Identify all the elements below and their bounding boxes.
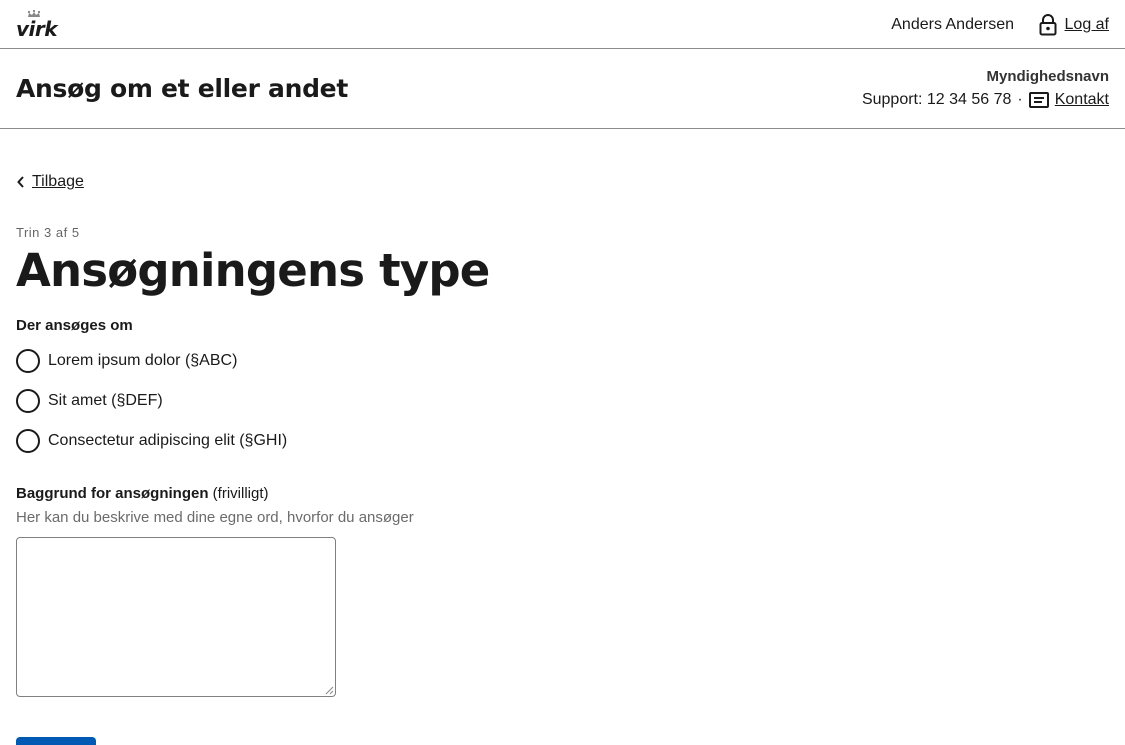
radio-button[interactable] [16,349,40,373]
radio-option[interactable]: Lorem ipsum dolor (§ABC) [16,349,237,373]
radio-label: Consectetur adipiscing elit (§GHI) [48,432,288,449]
background-textarea[interactable] [16,537,336,697]
textarea-label-text: Baggrund for ansøgningen [16,485,209,502]
top-bar: virk Anders Andersen Log af [0,0,1125,49]
logout-link[interactable]: Log af [1039,13,1109,37]
support-text: Support: 12 34 56 78 [861,91,1012,108]
radio-group-legend: Der ansøges om [16,317,133,334]
radio-option[interactable]: Consectetur adipiscing elit (§GHI) [16,429,287,453]
app-header: Ansøg om et eller andet Myndighedsnavn S… [0,49,1125,129]
separator: · [1017,91,1023,108]
radio-button[interactable] [16,429,40,453]
radio-label: Lorem ipsum dolor (§ABC) [48,352,238,369]
radio-option[interactable]: Sit amet (§DEF) [16,389,163,413]
support-line: Support: 12 34 56 78 · Kontakt [862,90,1109,110]
next-button[interactable] [16,737,96,745]
page-title: Ansøgningens type [16,244,490,297]
message-icon [1028,92,1049,108]
contact-link[interactable]: Kontakt [1028,90,1109,110]
back-link[interactable]: Tilbage [16,172,84,192]
textarea-label: Baggrund for ansøgningen (frivilligt) [16,484,269,504]
lock-icon [1039,14,1057,36]
step-indicator: Trin 3 af 5 [16,225,80,240]
logo-text: virk [16,17,58,41]
authority-name: Myndighedsnavn [986,68,1109,85]
chevron-left-icon [17,176,24,188]
virk-logo[interactable]: virk [16,8,58,41]
textarea-hint: Her kan du beskrive med dine egne ord, h… [16,509,414,526]
radio-button[interactable] [16,389,40,413]
user-name: Anders Andersen [891,16,1014,33]
optional-marker: (frivilligt) [212,485,269,502]
resize-grip-icon[interactable] [325,686,334,695]
app-title: Ansøg om et eller andet [16,74,348,103]
back-label: Tilbage [32,173,84,190]
contact-label: Kontakt [1054,91,1109,108]
logout-label: Log af [1064,16,1109,33]
radio-label: Sit amet (§DEF) [48,392,163,409]
